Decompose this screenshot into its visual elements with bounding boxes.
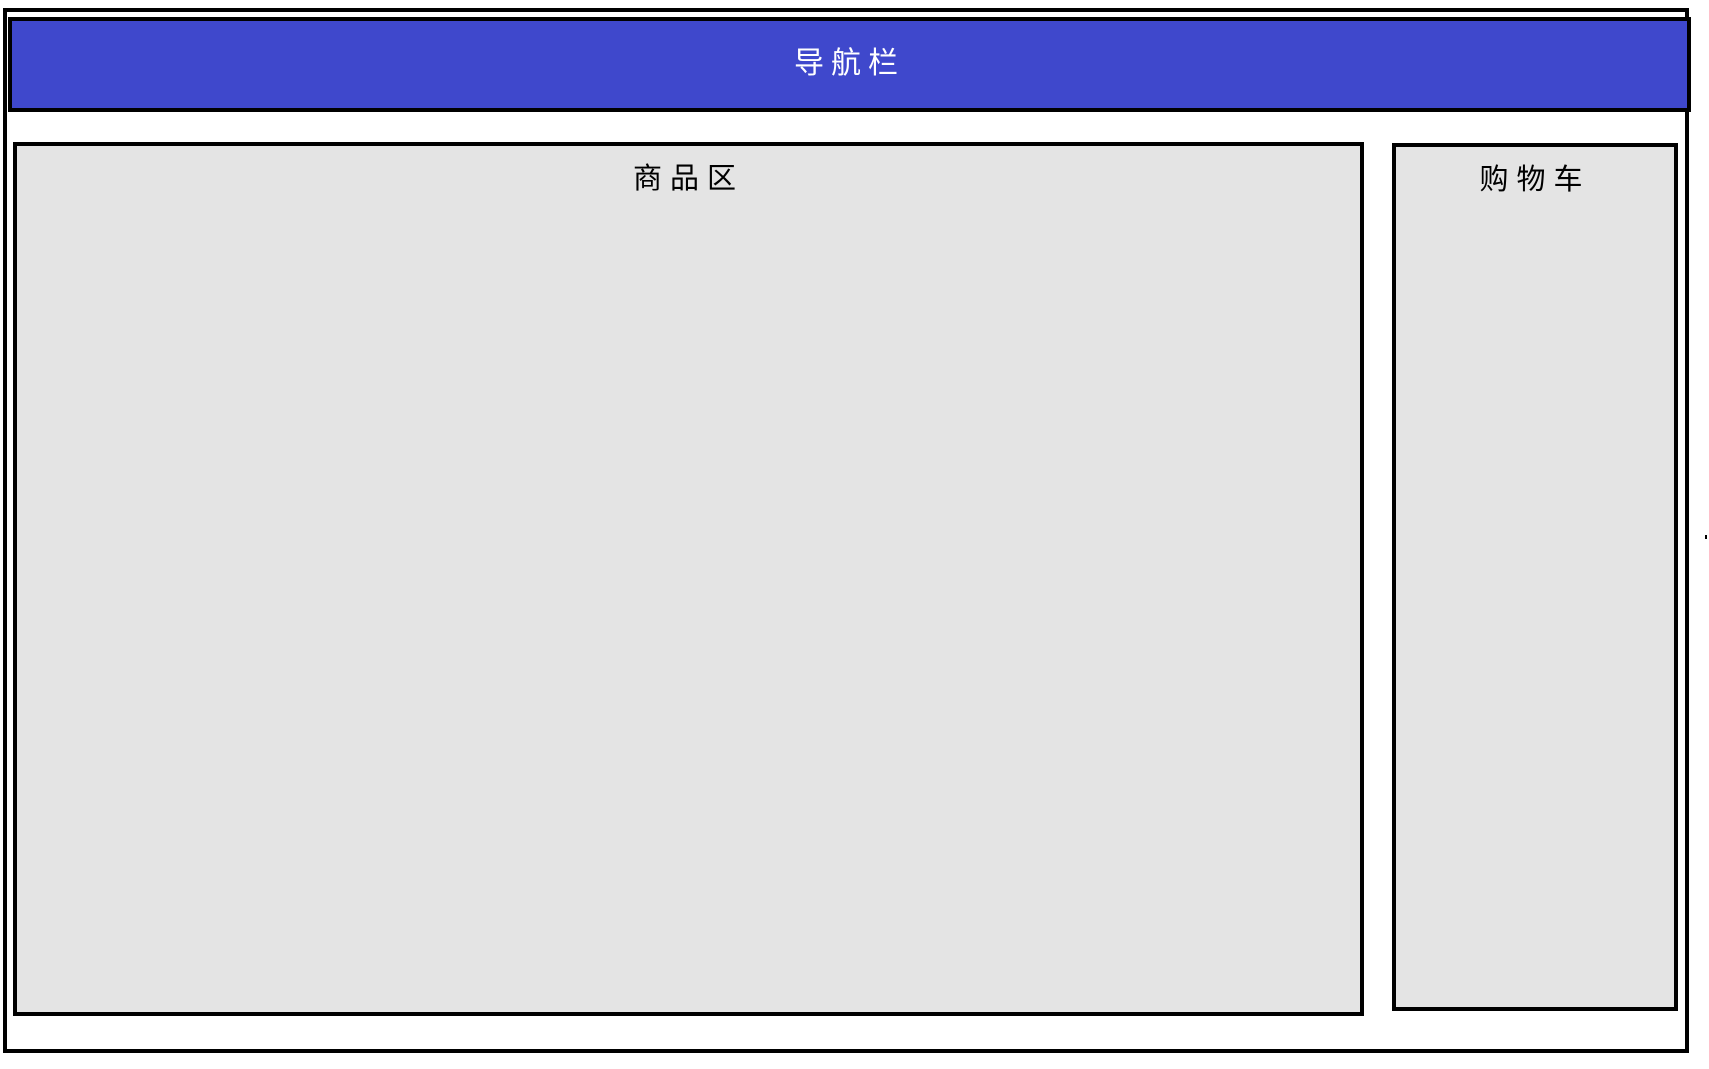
shopping-cart-panel[interactable]: 购物车: [1392, 143, 1678, 1011]
navigation-bar[interactable]: 导航栏: [8, 17, 1691, 112]
page-canvas: 导航栏 商品区 购物车: [0, 0, 1709, 1069]
products-area[interactable]: 商品区: [13, 142, 1364, 1016]
navigation-bar-title: 导航栏: [794, 46, 905, 81]
shopping-cart-title: 购物车: [1479, 162, 1591, 196]
right-edge-mark: [1705, 535, 1707, 539]
products-area-title: 商品区: [632, 161, 744, 195]
